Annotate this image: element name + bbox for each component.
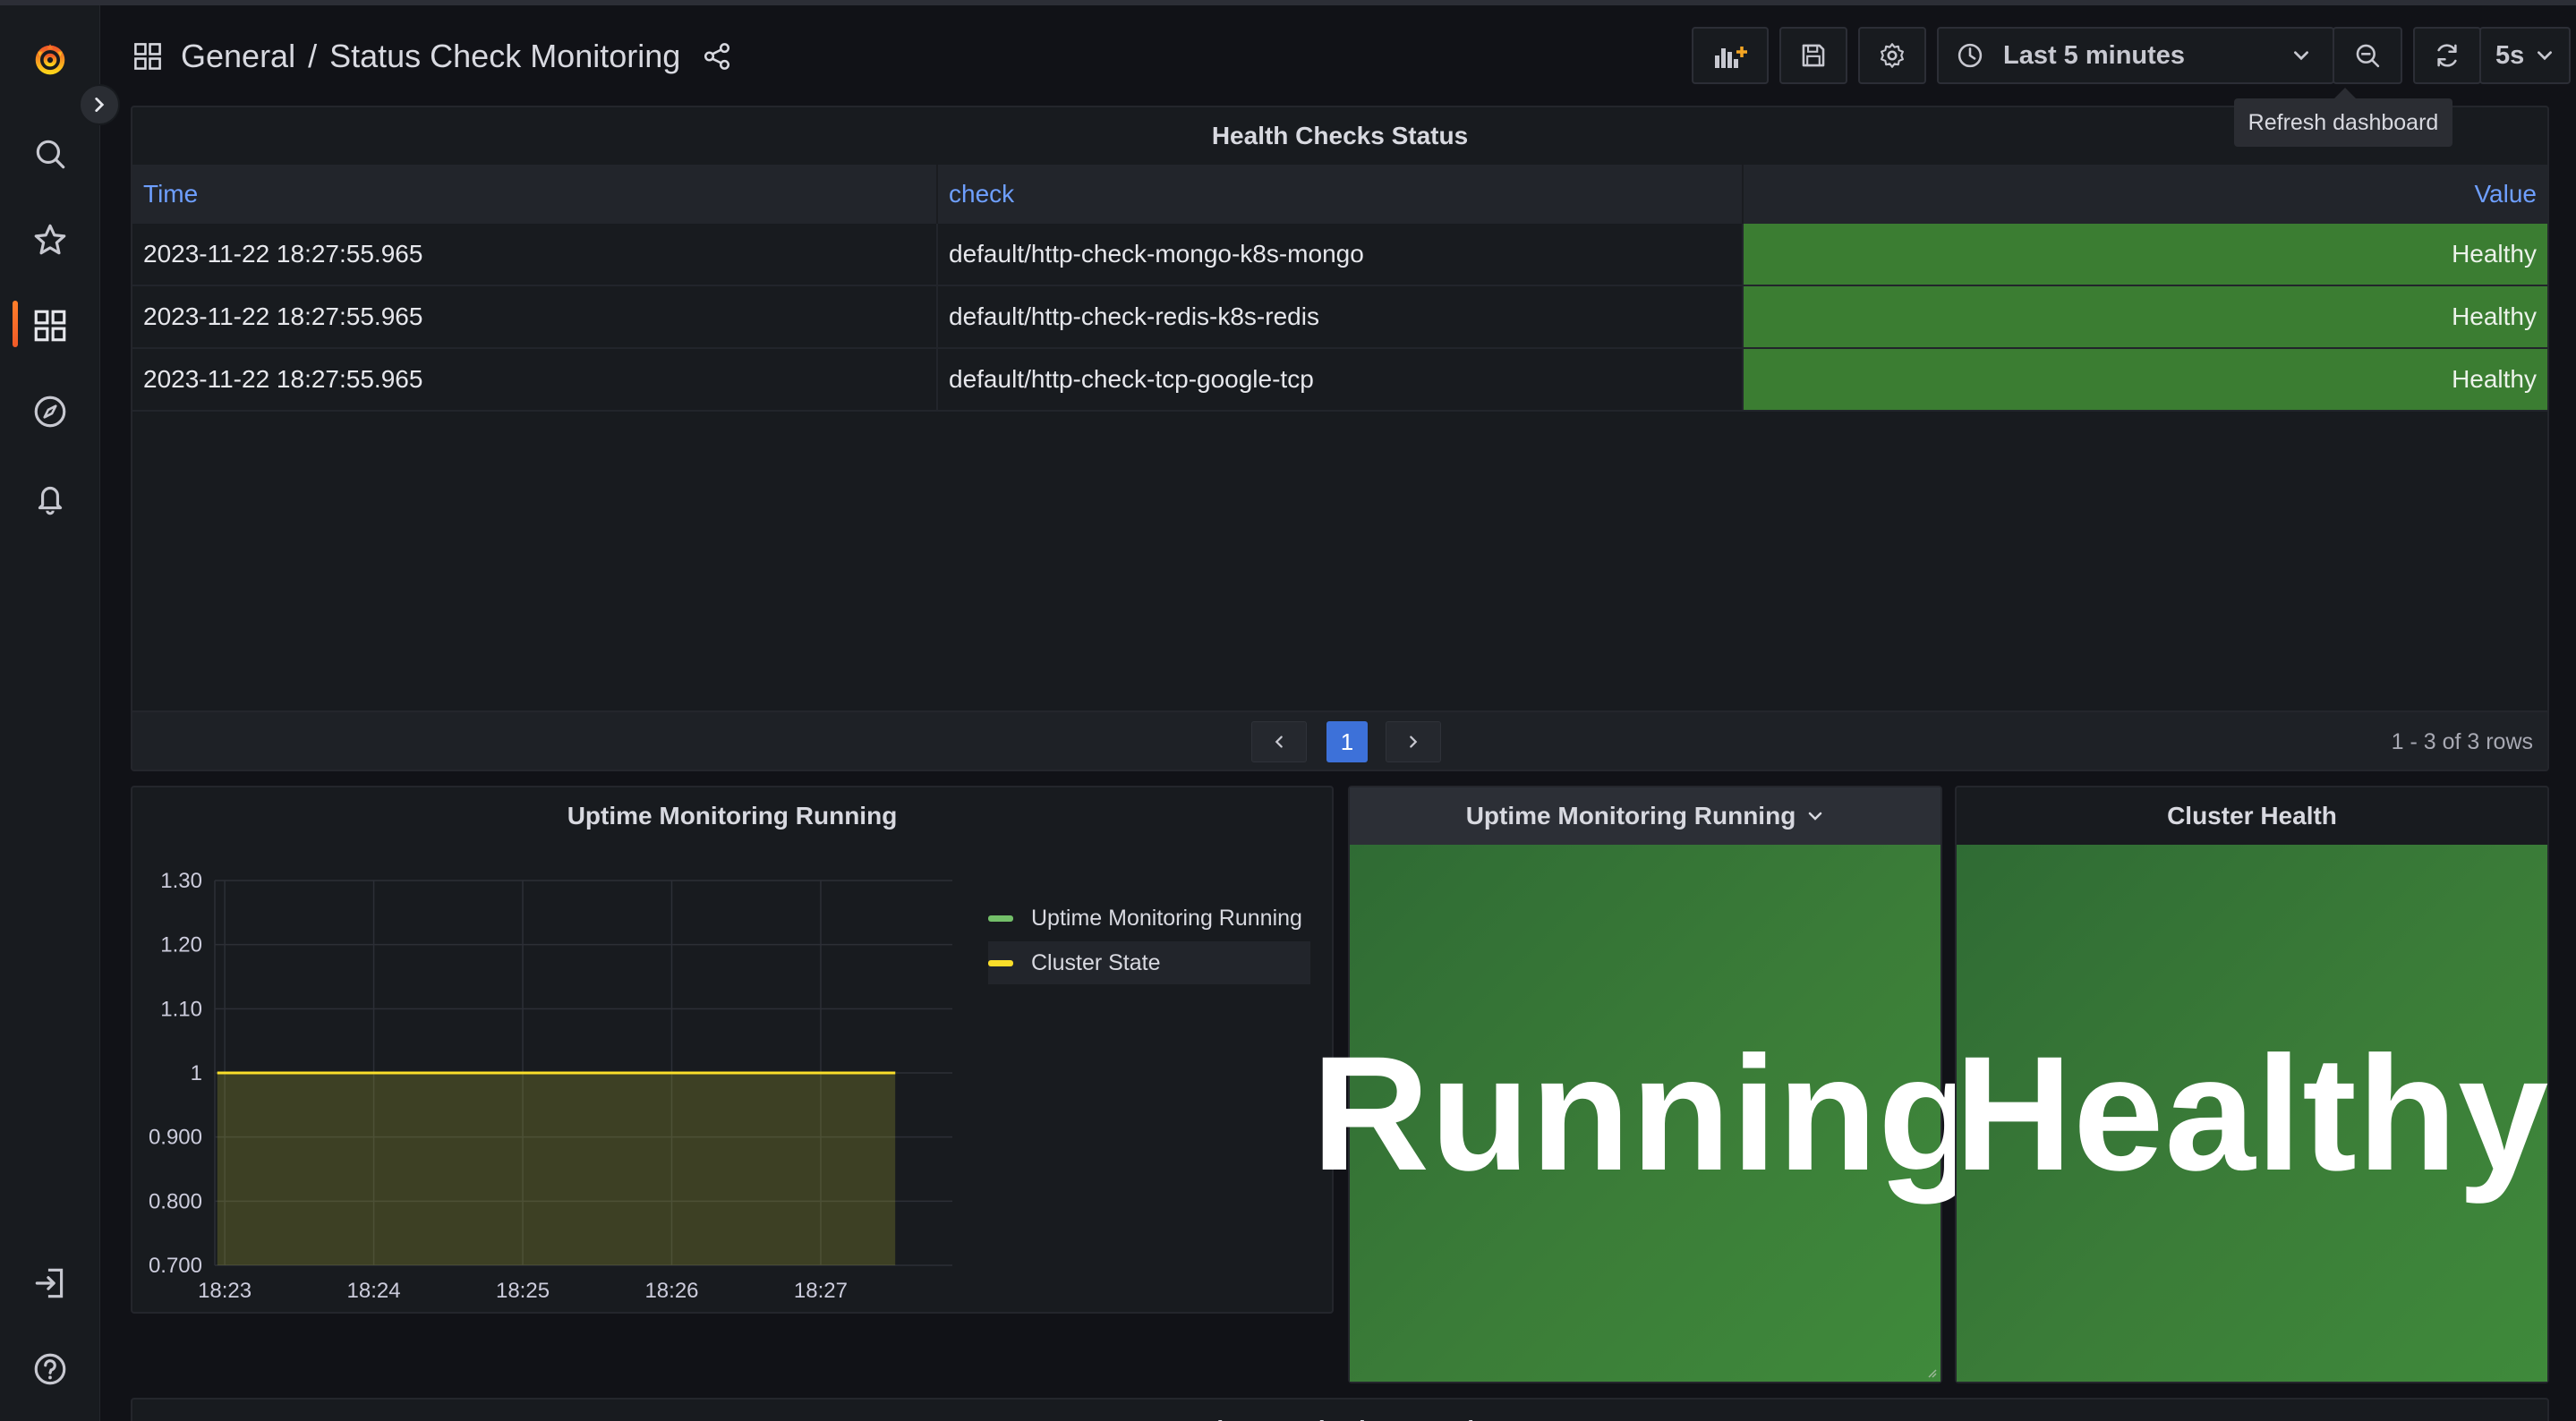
resize-handle-icon[interactable]: [1926, 1367, 1937, 1378]
cell-time: 2023-11-22 18:27:55.965: [132, 286, 938, 347]
y-tick-label: 1.30: [160, 869, 202, 893]
panel-title[interactable]: Cluster Health: [1957, 787, 2547, 845]
refresh-interval-label: 5s: [2495, 40, 2525, 70]
bottom-panel: Uptime Monitoring Running: [131, 1398, 2549, 1421]
y-tick-label: 1: [191, 1061, 202, 1085]
dashboard-grid-icon: [134, 43, 161, 70]
dashboard-header: General / Status Check Monitoring Last 5…: [100, 5, 2576, 104]
share-icon[interactable]: [702, 41, 732, 72]
chevron-down-icon: [2294, 51, 2308, 61]
table-row: 2023-11-22 18:27:55.965 default/http-che…: [132, 349, 2547, 412]
panel-title-text: Uptime Monitoring Running: [1465, 802, 1796, 830]
legend-label: Cluster State: [1031, 949, 1161, 975]
grafana-logo-icon[interactable]: [29, 38, 72, 81]
sidebar: [0, 5, 100, 1421]
chevron-down-icon[interactable]: [1806, 807, 1824, 825]
sign-in-icon[interactable]: [29, 1262, 72, 1305]
explore-compass-icon[interactable]: [29, 390, 72, 433]
page-button-current[interactable]: 1: [1326, 721, 1368, 762]
dashboard-title[interactable]: Status Check Monitoring: [329, 38, 680, 75]
x-tick-label: 18:25: [496, 1279, 550, 1303]
gear-icon: [1881, 43, 1904, 68]
refresh-interval-picker[interactable]: 5s: [2479, 27, 2571, 84]
legend-label: Uptime Monitoring Running: [1031, 905, 1302, 931]
breadcrumb: General / Status Check Monitoring: [132, 32, 732, 81]
breadcrumb-folder[interactable]: General: [181, 38, 295, 75]
previous-page-button[interactable]: [1251, 721, 1307, 762]
breadcrumb-separator: /: [308, 38, 318, 74]
y-tick-label: 1.10: [160, 997, 202, 1021]
table-row: 2023-11-22 18:27:55.965 default/http-che…: [132, 286, 2547, 349]
panel-title[interactable]: Uptime Monitoring Running: [132, 1412, 2547, 1421]
dashboard-settings-button[interactable]: [1858, 27, 1926, 84]
chevron-right-icon: [95, 98, 105, 112]
refresh-dashboard-tooltip: Refresh dashboard: [2234, 88, 2452, 147]
cell-value: Healthy: [1744, 349, 2547, 410]
next-page-button[interactable]: [1386, 721, 1441, 762]
clock-icon: [1958, 43, 1983, 68]
table-pagination: 1 1 - 3 of 3 rows: [132, 710, 2547, 770]
health-checks-table-panel: Health Checks Status Time check Value 20…: [131, 106, 2549, 771]
table-row: 2023-11-22 18:27:55.965 default/http-che…: [132, 224, 2547, 286]
add-panel-button[interactable]: [1692, 27, 1769, 84]
column-header-time[interactable]: Time: [132, 165, 938, 224]
active-indicator: [13, 301, 18, 347]
zoom-out-icon: [2356, 44, 2380, 68]
legend-swatch: [988, 915, 1013, 922]
panel-title[interactable]: Health Checks Status: [132, 107, 2547, 165]
x-tick-label: 18:24: [347, 1279, 401, 1303]
zoom-out-button[interactable]: [2333, 27, 2402, 84]
cell-time: 2023-11-22 18:27:55.965: [132, 224, 938, 285]
search-icon[interactable]: [29, 132, 72, 175]
y-tick-label: 0.700: [149, 1254, 202, 1278]
chevron-right-icon: [1410, 736, 1418, 748]
chevron-left-icon: [1275, 736, 1283, 748]
stat-value: Healthy: [1954, 1022, 2550, 1204]
x-tick-label: 18:23: [198, 1279, 252, 1303]
x-tick-label: 18:26: [644, 1279, 698, 1303]
uptime-stat-panel: Uptime Monitoring Running Running: [1312, 786, 1977, 1383]
time-range-picker[interactable]: Last 5 minutes: [1937, 27, 2334, 84]
panel-title[interactable]: Uptime Monitoring Running: [132, 787, 1332, 845]
dashboards-icon[interactable]: [29, 304, 72, 347]
cell-check: default/http-check-redis-k8s-redis: [938, 286, 1744, 347]
add-panel-icon: [1715, 47, 1747, 68]
panel-title[interactable]: Uptime Monitoring Running: [1350, 787, 1941, 845]
series-area-cluster-state: [217, 1073, 896, 1265]
chevron-down-icon: [2538, 51, 2552, 61]
table-header: Time check Value: [132, 165, 2547, 224]
cell-value: Healthy: [1744, 286, 2547, 347]
cluster-health-stat-panel: Cluster Health Healthy: [1955, 786, 2549, 1383]
alerting-bell-icon[interactable]: [29, 476, 72, 519]
legend-item-uptime[interactable]: Uptime Monitoring Running: [988, 897, 1310, 940]
stat-value-area: Healthy: [1954, 845, 2550, 1382]
refresh-icon: [2437, 44, 2457, 67]
row-count: 1 - 3 of 3 rows: [2391, 728, 2533, 754]
column-header-value[interactable]: Value: [1744, 165, 2547, 224]
y-tick-label: 0.900: [149, 1126, 202, 1150]
help-icon[interactable]: [29, 1348, 72, 1391]
legend-item-cluster-state[interactable]: Cluster State: [988, 941, 1310, 984]
y-tick-label: 0.800: [149, 1189, 202, 1213]
column-header-check[interactable]: check: [938, 165, 1744, 224]
save-dashboard-button[interactable]: [1779, 27, 1847, 84]
expand-sidebar-button[interactable]: [79, 84, 120, 125]
cell-value: Healthy: [1744, 224, 2547, 285]
cell-time: 2023-11-22 18:27:55.965: [132, 349, 938, 410]
refresh-dashboard-button[interactable]: [2413, 27, 2481, 84]
save-icon: [1802, 44, 1825, 67]
star-icon[interactable]: [29, 218, 72, 261]
y-tick-label: 1.20: [160, 933, 202, 957]
cell-check: default/http-check-tcp-google-tcp: [938, 349, 1744, 410]
legend-swatch: [988, 959, 1013, 966]
cell-check: default/http-check-mongo-k8s-mongo: [938, 224, 1744, 285]
stat-value-area: Running: [1312, 845, 1977, 1382]
time-range-label: Last 5 minutes: [2003, 40, 2186, 70]
timeseries-chart[interactable]: 0.700 0.800 0.900 1 1.10 1.20 1.30 18:23 18:24 18…: [132, 845, 974, 1312]
stat-value: Running: [1311, 1022, 1979, 1204]
x-tick-label: 18:27: [794, 1279, 848, 1303]
uptime-timeseries-panel: Uptime Monitoring Running 0.700 0.800 0.90…: [131, 786, 1334, 1314]
